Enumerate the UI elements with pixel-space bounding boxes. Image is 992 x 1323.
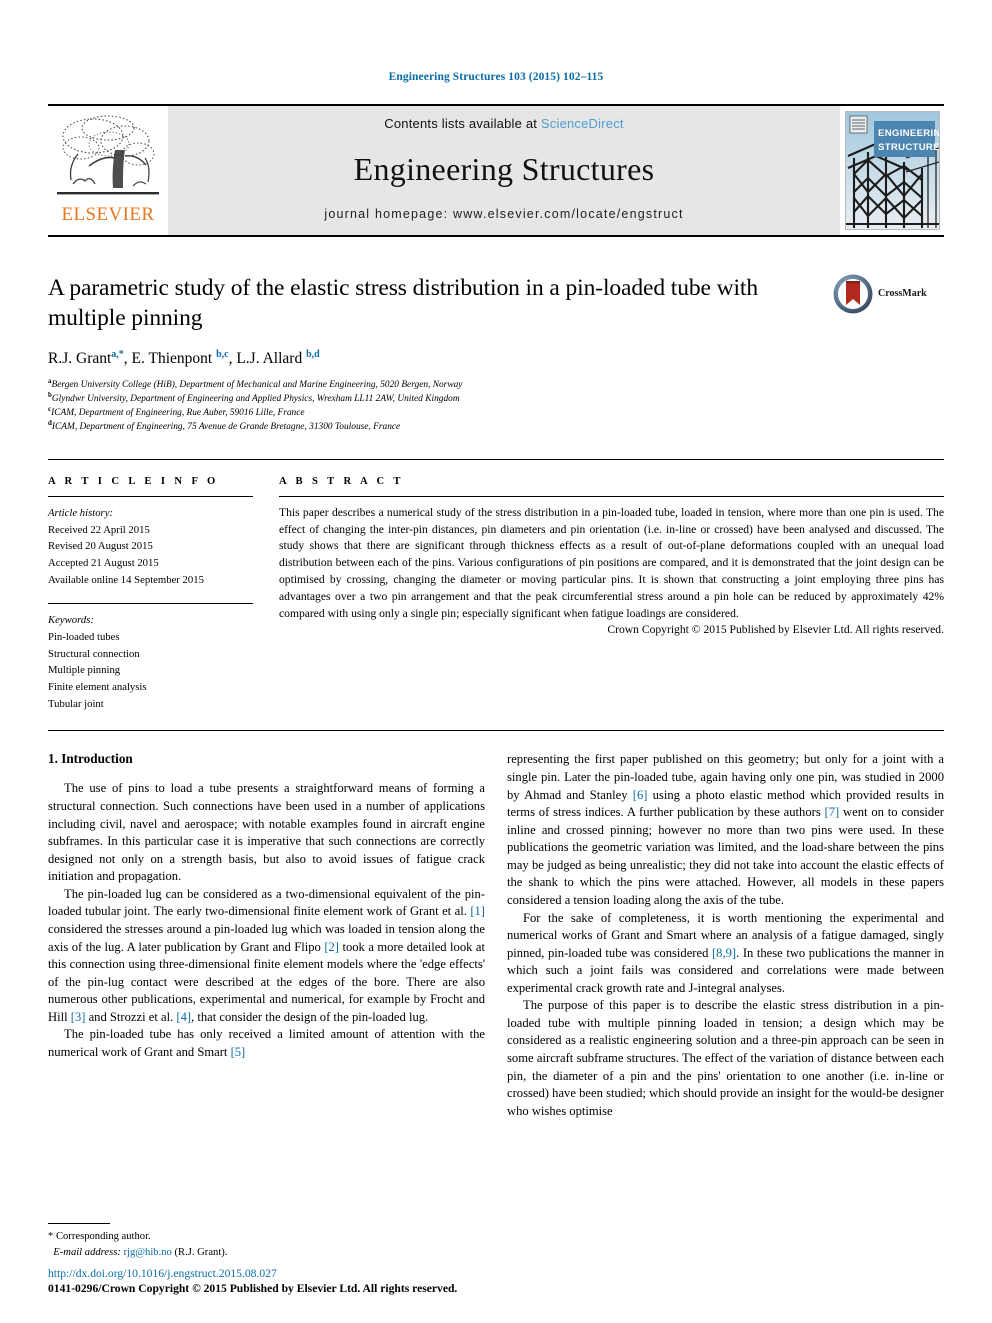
body-paragraph: The pin-loaded tube has only received a …	[48, 1026, 485, 1061]
page-title: A parametric study of the elastic stress…	[48, 274, 758, 331]
keywords-rule	[48, 603, 253, 605]
body-paragraph: representing the first paper published o…	[507, 751, 944, 909]
keyword-item: Structural connection	[48, 647, 140, 660]
journal-banner: ELSEVIER Contents lists available at Sci…	[48, 103, 944, 235]
sciencedirect-link[interactable]: ScienceDirect	[541, 116, 624, 131]
affiliation-item: cICAM, Department of Engineering, Rue Au…	[48, 405, 826, 421]
title-block: A parametric study of the elastic stress…	[48, 273, 944, 435]
citation-link[interactable]: [4]	[176, 1010, 191, 1024]
email-owner: (R.J. Grant).	[174, 1246, 228, 1258]
history-item: Available online 14 September 2015	[48, 573, 204, 586]
crossmark-badge[interactable]: CrossMark	[832, 273, 944, 315]
citation-link[interactable]: [8,9]	[712, 946, 736, 960]
body-paragraph: For the sake of completeness, it is wort…	[507, 910, 944, 998]
paragraph-text: The pin-loaded tube has only received a …	[48, 1027, 485, 1059]
elsevier-tree-icon	[57, 114, 159, 194]
affiliation-item: bGlyndwr University, Department of Engin…	[48, 392, 826, 407]
history-item: Accepted 21 August 2015	[48, 556, 159, 569]
abstract-rule	[279, 495, 944, 497]
paragraph-text: , that consider the design of the pin-lo…	[191, 1009, 429, 1024]
article-history-label: Article history:	[48, 506, 114, 519]
body-columns: 1. Introduction The use of pins to load …	[48, 751, 944, 1120]
body-paragraph: The purpose of this paper is to describe…	[507, 997, 944, 1120]
body-paragraph: The use of pins to load a tube presents …	[48, 780, 485, 885]
paper-page: Engineering Structures 103 (2015) 102–11…	[0, 0, 992, 1323]
email-label: E-mail address:	[53, 1246, 121, 1258]
affiliation-list: aBergen University College (HiB), Depart…	[48, 378, 826, 435]
contents-available-line: Contents lists available at ScienceDirec…	[384, 116, 623, 131]
body-column-left: 1. Introduction The use of pins to load …	[48, 751, 485, 1120]
crossmark-label: CrossMark	[878, 288, 927, 299]
affiliation-text: ICAM, Department of Engineering, 75 Aven…	[51, 421, 401, 432]
affiliation-text: Glyndwr University, Department of Engine…	[51, 394, 460, 405]
history-item: Received 22 April 2015	[48, 523, 150, 536]
elsevier-wordmark: ELSEVIER	[61, 203, 155, 225]
journal-cover-thumbnail: ENGINEERING STRUCTURES	[840, 105, 944, 235]
article-history-group: Article history: Received 22 April 2015 …	[48, 505, 253, 588]
article-info-column: A R T I C L E I N F O Article history: R…	[48, 476, 253, 713]
affiliation-text: Bergen University College (HiB), Departm…	[51, 380, 463, 391]
history-item: Revised 20 August 2015	[48, 540, 153, 553]
citation-link[interactable]: [6]	[633, 788, 648, 802]
citation-link[interactable]: [3]	[71, 1010, 86, 1024]
keyword-item: Pin-loaded tubes	[48, 631, 120, 643]
issn-copyright-line: 0141-0296/Crown Copyright © 2015 Publish…	[48, 1282, 458, 1296]
keywords-group: Keywords: Pin-loaded tubes Structural co…	[48, 612, 253, 712]
journal-cover-image: ENGINEERING STRUCTURES	[844, 110, 940, 230]
affiliation-text: ICAM, Department of Engineering, Rue Aub…	[51, 408, 305, 419]
paragraph-text: and Strozzi et al.	[85, 1009, 177, 1024]
email-line: E-mail address: rjg@hib.no (R.J. Grant).	[48, 1245, 493, 1260]
abstract-copyright: Crown Copyright © 2015 Published by Else…	[607, 623, 944, 637]
body-top-rule	[48, 730, 944, 732]
keyword-item: Finite element analysis	[48, 681, 147, 694]
cover-title-line2: STRUCTURES	[878, 142, 940, 153]
page-footer: http://dx.doi.org/10.1016/j.engstruct.20…	[48, 1266, 548, 1297]
left-paragraphs: The use of pins to load a tube presents …	[48, 780, 485, 1061]
affiliation-item: dICAM, Department of Engineering, 75 Ave…	[48, 419, 826, 435]
paragraph-text: went on to consider inline and crossed p…	[507, 805, 944, 907]
citation-link[interactable]: [7]	[825, 805, 840, 819]
paragraph-text: The purpose of this paper is to describe…	[507, 998, 944, 1118]
abstract-column: A B S T R A C T This paper describes a n…	[279, 476, 944, 713]
running-head: Engineering Structures 103 (2015) 102–11…	[388, 71, 604, 83]
corresponding-author-line: * Corresponding author.	[48, 1231, 151, 1243]
journal-homepage[interactable]: journal homepage: www.elsevier.com/locat…	[324, 207, 683, 221]
footnote-rule	[48, 1223, 110, 1225]
keyword-item: Tubular joint	[48, 697, 104, 710]
body-column-right: representing the first paper published o…	[507, 751, 944, 1120]
keyword-item: Multiple pinning	[48, 664, 121, 677]
article-info-rule	[48, 495, 253, 497]
corresponding-author-footnote: * Corresponding author. E-mail address: …	[48, 1223, 493, 1260]
article-info-heading: A R T I C L E I N F O	[48, 475, 219, 487]
author-list: R.J. Granta,*, E. Thienpont b,c, L.J. Al…	[48, 348, 320, 367]
email-link[interactable]: rjg@hib.no	[124, 1247, 172, 1258]
banner-bottom-rule	[48, 234, 944, 237]
elsevier-logo: ELSEVIER	[48, 105, 168, 235]
citation-link[interactable]: [2]	[324, 940, 339, 954]
crossmark-icon	[833, 274, 873, 313]
info-abstract-region: A R T I C L E I N F O Article history: R…	[48, 458, 944, 713]
affiliation-item: aBergen University College (HiB), Depart…	[48, 378, 826, 393]
citation-link[interactable]: [5]	[231, 1045, 246, 1059]
paragraph-text: The pin-loaded lug can be considered as …	[48, 886, 485, 919]
section-heading-introduction: 1. Introduction	[48, 751, 133, 767]
body-paragraph: The pin-loaded lug can be considered as …	[48, 886, 485, 1027]
right-paragraphs: representing the first paper published o…	[507, 751, 944, 1120]
abstract-text: This paper describes a numerical study o…	[279, 505, 944, 620]
keywords-label: Keywords:	[48, 614, 94, 627]
cover-title-line1: ENGINEERING	[878, 128, 940, 139]
citation-link[interactable]: [1]	[470, 904, 485, 918]
doi-link[interactable]: http://dx.doi.org/10.1016/j.engstruct.20…	[48, 1266, 548, 1281]
contents-prefix: Contents lists available at	[384, 115, 541, 131]
journal-title: Engineering Structures	[353, 151, 655, 187]
abstract-heading: A B S T R A C T	[279, 475, 404, 487]
banner-center: Contents lists available at ScienceDirec…	[168, 105, 840, 235]
paragraph-text: The use of pins to load a tube presents …	[48, 781, 485, 884]
